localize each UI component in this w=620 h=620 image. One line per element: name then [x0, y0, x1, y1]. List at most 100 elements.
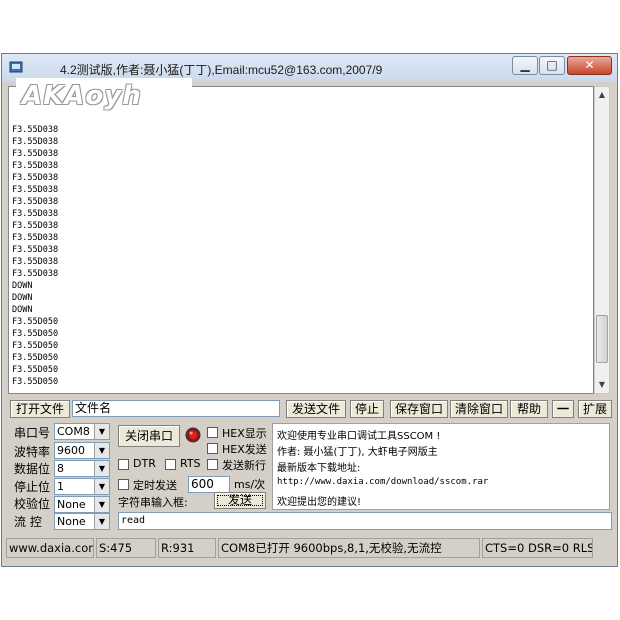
chevron-down-icon[interactable]: ▼ [94, 497, 109, 512]
status-port-info: COM8已打开 9600bps,8,1,无校验,无流控 [218, 538, 480, 558]
output-line: F3.55D038 [12, 185, 59, 195]
status-line-signals: CTS=0 DSR=0 RLSD=0 [482, 538, 593, 558]
clear-window-button[interactable]: 清除窗口 [450, 400, 508, 418]
scroll-down-icon[interactable]: ▼ [595, 377, 609, 393]
port-select[interactable]: COM8 ▼ [54, 423, 110, 440]
receive-output[interactable]: F3.55D038 F3.55D038 F3.55D038 F3.55D038 F3.5… [8, 86, 594, 394]
save-window-button[interactable]: 保存窗口 [390, 400, 448, 418]
send-newline-checkbox[interactable] [207, 459, 218, 470]
output-line: F3.55D050 [12, 317, 59, 327]
hex-display-checkbox[interactable] [207, 427, 218, 438]
info-line-author: 作者: 聂小猛(丁丁), 大虾电子网版主 [277, 447, 438, 458]
stop-bits-value: 1 [57, 480, 64, 493]
output-line: DOWN [12, 281, 33, 291]
output-line: F3.55D038 [12, 197, 59, 207]
baud-select[interactable]: 9600 ▼ [54, 442, 110, 459]
interval-unit-label: ms/次 [234, 478, 266, 491]
send-file-button[interactable]: 发送文件 [286, 400, 346, 418]
dtr-label: DTR [133, 457, 156, 470]
maximize-icon: □ [546, 58, 558, 72]
timed-send-checkbox[interactable] [118, 479, 129, 490]
send-input[interactable]: read [118, 512, 612, 530]
data-bits-label: 数据位 [14, 462, 51, 476]
parity-value: None [57, 498, 86, 511]
minimize-icon: ▁ [520, 58, 530, 72]
hex-send-label: HEX发送 [222, 443, 267, 456]
status-site[interactable]: www.daxia.com [6, 538, 94, 558]
help-button[interactable]: 帮助 [510, 400, 548, 418]
port-label: 串口号 [14, 426, 51, 440]
status-received-count: R:931 [158, 538, 216, 558]
chevron-down-icon[interactable]: ▼ [94, 443, 109, 458]
rts-checkbox[interactable] [165, 459, 176, 470]
info-line-welcome: 欢迎使用专业串口调试工具SSCOM ! [277, 431, 441, 442]
rts-label: RTS [180, 457, 201, 470]
port-value: COM8 [57, 425, 90, 438]
output-line: DOWN [12, 293, 33, 303]
data-bits-select[interactable]: 8 ▼ [54, 460, 110, 477]
port-status-indicator-icon [185, 427, 201, 443]
stop-bits-select[interactable]: 1 ▼ [54, 478, 110, 495]
output-line: F3.55D038 [12, 209, 59, 219]
app-icon [9, 61, 23, 73]
output-line: F3.55D050 [12, 365, 59, 375]
chevron-down-icon[interactable]: ▼ [94, 479, 109, 494]
flow-select[interactable]: None ▼ [54, 513, 110, 530]
output-text: F3.55D038 F3.55D038 F3.55D038 F3.55D038 F3.5… [12, 124, 58, 388]
output-line: F3.55D038 [12, 161, 59, 171]
close-port-button[interactable]: 关闭串口 [118, 425, 180, 447]
info-line-feedback: 欢迎提出您的建议! [277, 497, 362, 508]
flow-value: None [57, 515, 86, 528]
timed-send-label: 定时发送 [133, 479, 177, 492]
hex-send-checkbox[interactable] [207, 443, 218, 454]
output-line: F3.55D038 [12, 149, 59, 159]
expand-button[interactable]: 扩展 [578, 400, 612, 418]
chevron-down-icon[interactable]: ▼ [94, 461, 109, 476]
interval-input[interactable]: 600 [188, 476, 230, 493]
output-line: F3.55D038 [12, 125, 59, 135]
output-scrollbar[interactable]: ▲ ▼ [594, 86, 610, 394]
stop-bits-label: 停止位 [14, 480, 51, 494]
status-sent-count: S:475 [96, 538, 156, 558]
hex-display-label: HEX显示 [222, 427, 267, 440]
baud-value: 9600 [57, 444, 85, 457]
data-bits-value: 8 [57, 462, 64, 475]
info-line-download: 最新版本下载地址: [277, 463, 361, 474]
info-line-url: http://www.daxia.com/download/sscom.rar [277, 477, 489, 487]
dtr-checkbox[interactable] [118, 459, 129, 470]
chevron-down-icon[interactable]: ▼ [94, 424, 109, 439]
output-line: F3.55D038 [12, 257, 59, 267]
scroll-thumb[interactable] [596, 315, 608, 363]
status-bar: www.daxia.com S:475 R:931 COM8已打开 9600bp… [6, 538, 613, 560]
window-title: 4.2测试版,作者:聂小猛(丁丁),Email:mcu52@163.com,20… [60, 63, 383, 77]
output-line: F3.55D038 [12, 173, 59, 183]
maximize-button[interactable]: □ [539, 56, 565, 75]
output-line: F3.55D038 [12, 233, 59, 243]
output-line: F3.55D050 [12, 353, 59, 363]
close-icon: ✕ [584, 58, 595, 72]
send-newline-label: 发送新行 [222, 459, 266, 472]
parity-label: 校验位 [14, 497, 51, 511]
main-window: 4.2测试版,作者:聂小猛(丁丁),Email:mcu52@163.com,20… [1, 53, 618, 567]
output-line: F3.55D050 [12, 377, 59, 387]
output-line: F3.55D038 [12, 137, 59, 147]
open-file-button[interactable]: 打开文件 [10, 400, 70, 418]
chevron-down-icon[interactable]: ▼ [94, 514, 109, 529]
scroll-up-icon[interactable]: ▲ [595, 87, 609, 103]
close-button[interactable]: ✕ [567, 56, 612, 75]
minimize-button[interactable]: ▁ [512, 56, 538, 75]
stop-button[interactable]: 停止 [350, 400, 384, 418]
string-input-label: 字符串输入框: [118, 496, 188, 509]
watermark-logo: AKAoyh [16, 78, 192, 116]
output-line: F3.55D050 [12, 329, 59, 339]
collapse-button[interactable]: 一 [552, 400, 574, 418]
output-line: F3.55D050 [12, 341, 59, 351]
output-line: F3.55D038 [12, 269, 59, 279]
parity-select[interactable]: None ▼ [54, 496, 110, 513]
baud-label: 波特率 [14, 445, 51, 459]
send-button[interactable]: 发送 [214, 492, 266, 509]
file-name-field[interactable]: 文件名 [72, 400, 280, 417]
info-panel: 欢迎使用专业串口调试工具SSCOM ! 作者: 聂小猛(丁丁), 大虾电子网版主… [272, 423, 610, 510]
output-line: DOWN [12, 305, 33, 315]
flow-label: 流 控 [14, 515, 42, 529]
